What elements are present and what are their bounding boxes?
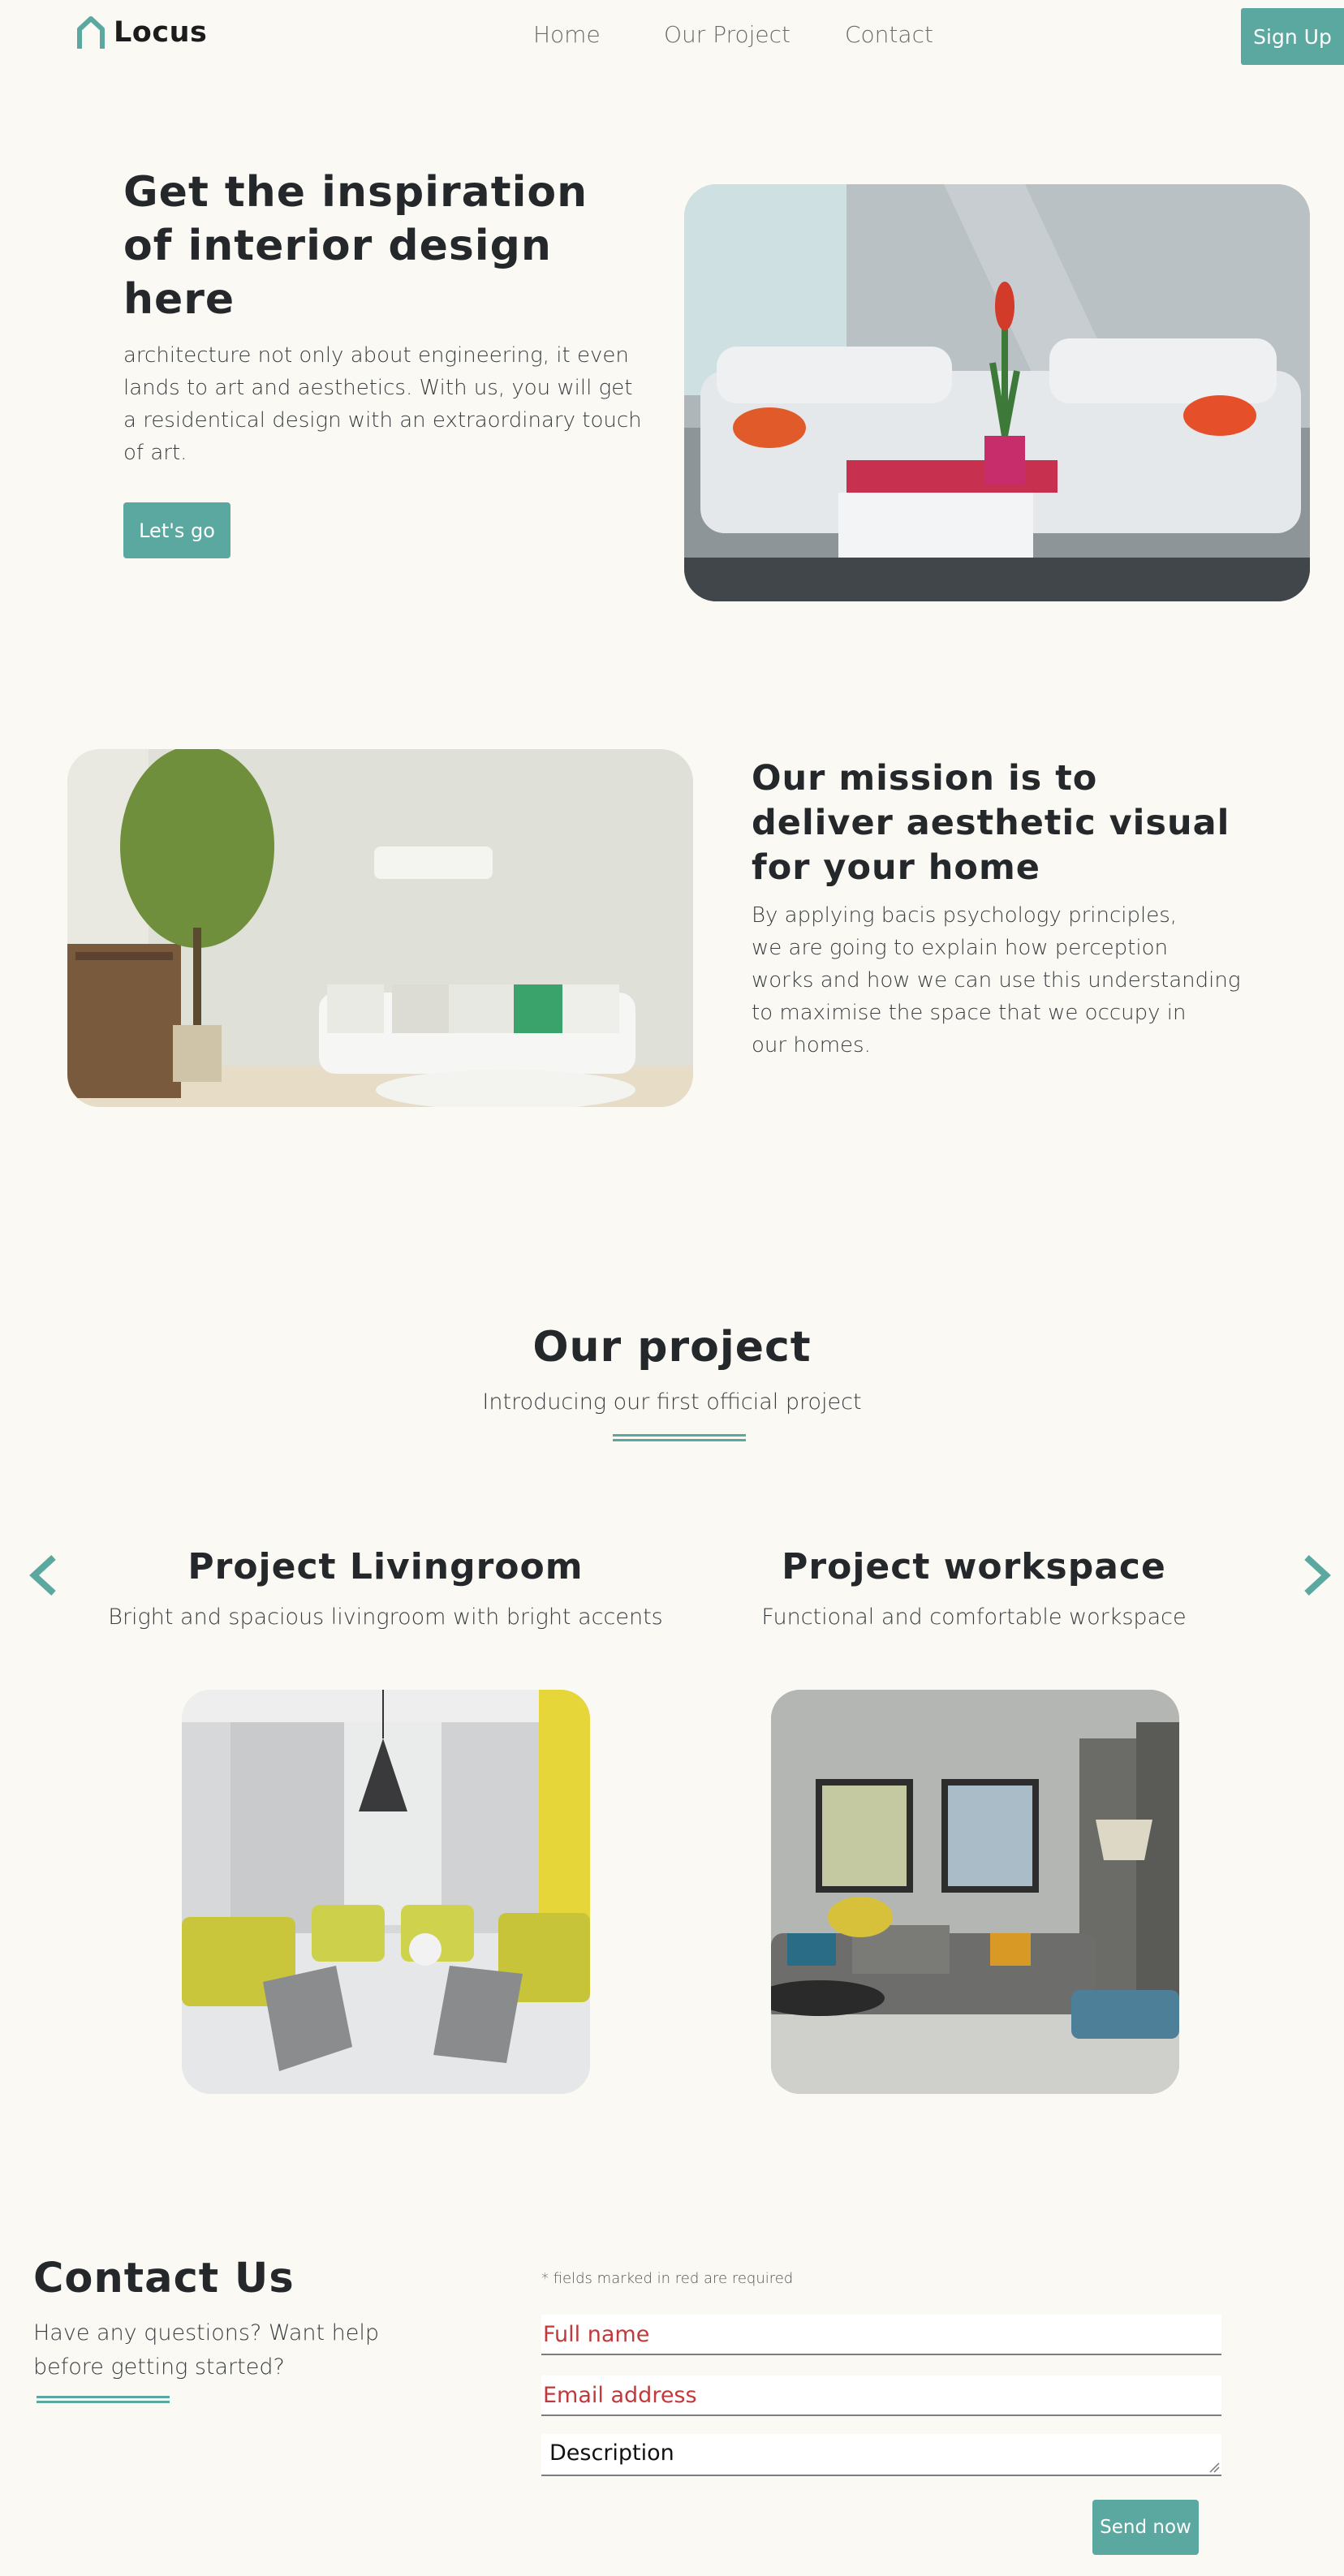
hero-title-line: here (123, 275, 235, 324)
mission-body-line: we are going to explain how perception (752, 936, 1168, 960)
carousel-prev-button[interactable] (26, 1553, 58, 1605)
hero-title: Get the inspiration of interior design h… (123, 166, 627, 326)
full-name-field[interactable]: Full name (541, 2315, 1221, 2355)
nav-home[interactable]: Home (533, 21, 601, 48)
project-livingroom-photo[interactable] (182, 1690, 590, 2094)
mission-title-line: Our mission is to (752, 758, 1098, 799)
chevron-right-icon (1304, 1555, 1331, 1596)
hero-title-line: of interior design (123, 222, 552, 270)
contact-underline (37, 2396, 170, 2403)
nav-contact[interactable]: Contact (845, 21, 933, 48)
mission-body-line: our homes. (752, 1033, 871, 1058)
hero-body-line: architecture not only about engineering,… (123, 343, 629, 368)
projects-heading: Our project (532, 1323, 812, 1372)
project-desc-livingroom: Bright and spacious livingroom with brig… (108, 1605, 663, 1630)
brand-logo[interactable]: Locus (75, 15, 207, 50)
resize-handle-icon[interactable] (1208, 2462, 1220, 2473)
mission-sofa-photo (67, 749, 693, 1107)
email-field[interactable]: Email address (541, 2376, 1221, 2416)
contact-heading: Contact Us (33, 2255, 295, 2302)
mission-body: By applying bacis psychology principles,… (752, 899, 1320, 1062)
signup-button[interactable]: Sign Up (1241, 8, 1344, 65)
chevron-left-icon (29, 1555, 56, 1596)
contact-subheading: Have any questions? Want help before get… (33, 2316, 455, 2384)
nav-our-project[interactable]: Our Project (664, 21, 790, 48)
mission-title: Our mission is to deliver aesthetic visu… (752, 756, 1271, 890)
brand-name: Locus (114, 16, 208, 49)
hero-title-line: Get the inspiration (123, 168, 588, 217)
hero-living-room-photo (684, 184, 1310, 601)
hero-body-line: of art. (123, 441, 187, 465)
mission-body-line: By applying bacis psychology principles, (752, 903, 1178, 928)
project-title-livingroom: Project Livingroom (187, 1546, 584, 1587)
projects-subheading: Introducing our first official project (482, 1389, 862, 1415)
house-logo-icon (77, 16, 105, 49)
lets-go-button[interactable]: Let's go (123, 502, 230, 558)
project-desc-workspace: Functional and comfortable workspace (761, 1605, 1187, 1630)
carousel-next-button[interactable] (1302, 1553, 1334, 1605)
description-textarea[interactable]: Description (541, 2434, 1221, 2476)
projects-underline (613, 1434, 746, 1441)
project-title-workspace: Project workspace (782, 1546, 1166, 1587)
hero-body: architecture not only about engineering,… (123, 339, 675, 469)
mission-title-line: deliver aesthetic visual (752, 803, 1230, 843)
mission-body-line: works and how we can use this understand… (752, 968, 1241, 993)
email-placeholder: Email address (543, 2382, 697, 2408)
mission-title-line: for your home (752, 847, 1040, 888)
contact-sub-line: before getting started? (33, 2354, 285, 2380)
hero-body-line: a residentical design with an extraordin… (123, 408, 642, 433)
project-workspace-photo[interactable] (771, 1690, 1179, 2094)
send-now-button[interactable]: Send now (1092, 2500, 1199, 2555)
description-placeholder: Description (549, 2440, 674, 2466)
hero-body-line: lands to art and aesthetics. With us, yo… (123, 376, 633, 400)
full-name-placeholder: Full name (543, 2321, 650, 2347)
mission-body-line: to maximise the space that we occupy in (752, 1001, 1187, 1025)
required-fields-note: * fields marked in red are required (541, 2270, 794, 2287)
contact-sub-line: Have any questions? Want help (33, 2320, 380, 2346)
